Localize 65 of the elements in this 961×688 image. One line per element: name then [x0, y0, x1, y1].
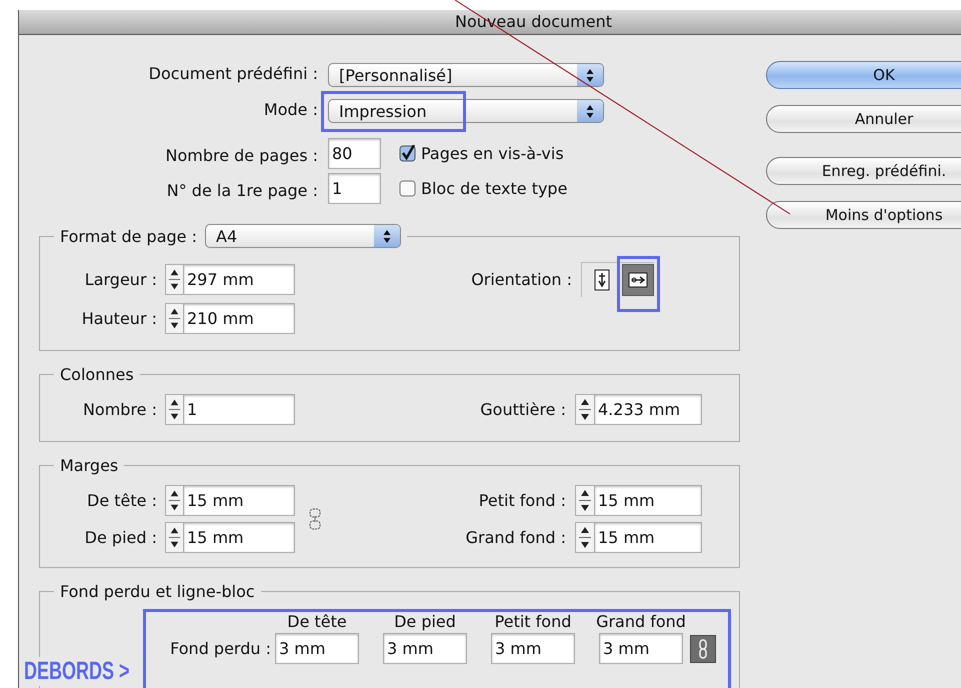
field-label: Nombre :	[82, 400, 158, 419]
stepper-icon[interactable]	[575, 485, 594, 516]
input-field[interactable]: 4.233 mm	[594, 394, 702, 425]
dropdown[interactable]: A4	[205, 224, 401, 248]
dropdown-arrows-icon	[577, 64, 603, 86]
group-label: Marges	[60, 456, 118, 475]
column-header: Grand fond	[596, 612, 686, 631]
field-label: Mode :	[262, 100, 318, 121]
chain-icon	[698, 638, 708, 658]
stepper-icon[interactable]	[165, 394, 183, 425]
stepper-icon[interactable]	[575, 394, 594, 425]
dropdown[interactable]: Impression	[328, 99, 604, 123]
dropdown[interactable]: [Personnalisé]	[328, 63, 604, 87]
checkbox-label[interactable]: Bloc de texte type	[421, 179, 568, 198]
field-label: Nombre de pages :	[164, 146, 318, 167]
group-label: Colonnes	[60, 365, 134, 384]
broken-chain-icon[interactable]	[307, 508, 323, 530]
group-label: Format de page :	[60, 226, 197, 246]
field-label: Largeur :	[84, 270, 158, 289]
field-label: De tête :	[86, 491, 158, 510]
input-field[interactable]: 3 mm	[599, 633, 683, 664]
input-field[interactable]: 15 mm	[594, 485, 702, 516]
checkbox[interactable]	[399, 145, 416, 162]
dropdown-arrows-icon	[374, 225, 400, 247]
input-field[interactable]: 3 mm	[491, 633, 575, 664]
stepper-icon[interactable]	[165, 264, 183, 295]
stepper-icon[interactable]	[575, 522, 594, 553]
dropdown-arrows-icon	[577, 100, 603, 122]
field-label: De pied :	[84, 528, 158, 547]
stepper-icon[interactable]	[165, 303, 183, 334]
input-field[interactable]: 3 mm	[275, 633, 359, 664]
input-field[interactable]: 15 mm	[594, 522, 702, 553]
input-field[interactable]: 3 mm	[383, 633, 467, 664]
dialog-button[interactable]: Annuler	[766, 105, 961, 133]
link-toggle-button[interactable]	[690, 634, 716, 662]
field-label: Fond perdu :	[169, 639, 272, 658]
portrait-page-icon	[593, 269, 611, 291]
field-label: Hauteur :	[80, 309, 158, 328]
field-label: Petit fond :	[478, 491, 567, 510]
dialog-button[interactable]: Enreg. prédéfini.	[766, 157, 961, 185]
column-header: De pied	[394, 612, 456, 631]
field-label: Grand fond :	[466, 528, 567, 547]
field-label: Gouttière :	[480, 400, 567, 419]
input-field[interactable]: 15 mm	[183, 522, 295, 553]
stepper-icon[interactable]	[165, 522, 183, 553]
column-header: De tête	[287, 612, 347, 631]
input-field[interactable]: 15 mm	[183, 485, 295, 516]
field-label: Document prédéfini :	[148, 64, 318, 85]
dialog-button[interactable]: Moins d'options	[766, 201, 961, 229]
input-field[interactable]: 1	[183, 394, 295, 425]
checkbox[interactable]	[399, 180, 416, 197]
input-field[interactable]: 80	[328, 138, 381, 169]
input-field[interactable]: 297 mm	[183, 264, 295, 295]
landscape-page-icon	[628, 271, 648, 289]
dialog-button[interactable]: OK	[766, 61, 961, 89]
input-field[interactable]: 1	[328, 173, 381, 204]
input-field[interactable]: 210 mm	[183, 303, 295, 334]
column-header: Petit fond	[494, 612, 572, 631]
checkbox-label[interactable]: Pages en vis-à-vis	[421, 144, 564, 163]
group-label: Fond perdu et ligne-bloc	[60, 582, 255, 601]
field-label: Orientation :	[471, 270, 573, 289]
field-label: N° de la 1re page :	[166, 181, 318, 202]
callout-label: DEBORDS >	[24, 657, 130, 686]
stepper-icon[interactable]	[165, 485, 183, 516]
orientation-button[interactable]	[622, 264, 654, 296]
